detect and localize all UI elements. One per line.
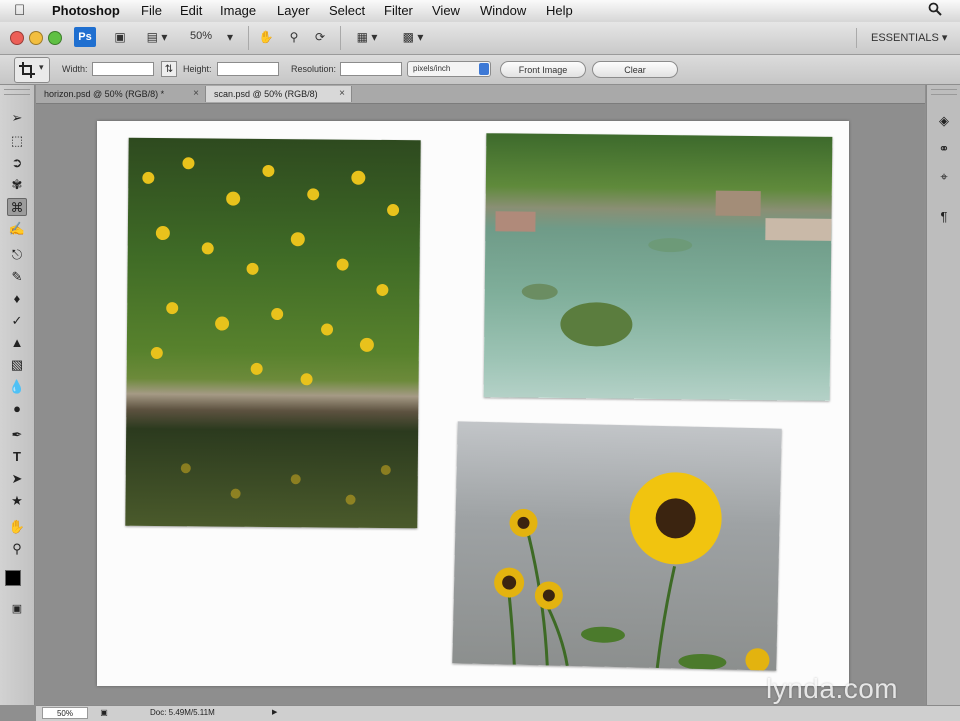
menu-layer[interactable]: Layer <box>277 3 310 18</box>
marquee-tool-icon[interactable]: ⬚ <box>7 132 27 150</box>
status-menu-arrow-icon[interactable]: ▶ <box>272 707 282 719</box>
zoom-tool-shortcut-icon[interactable]: ⚲ <box>284 28 304 46</box>
status-doc-size: Doc: 5.49M/5.11M <box>150 708 215 717</box>
hand-tool-icon[interactable]: ✋ <box>7 518 27 536</box>
menu-edit[interactable]: Edit <box>180 3 202 18</box>
lasso-tool-icon[interactable]: ➲ <box>7 154 27 172</box>
blur-tool-icon[interactable]: 💧 <box>7 378 27 396</box>
eyedropper-tool-icon[interactable]: ✍ <box>7 220 27 238</box>
workspace-label: ESSENTIALS <box>871 32 939 44</box>
menu-select[interactable]: Select <box>329 3 365 18</box>
panel-grip[interactable] <box>4 89 30 95</box>
panel-dock: ◈ ⚭ ⌖ ¶ <box>926 85 960 705</box>
character-panel-icon[interactable]: ¶ <box>934 207 954 227</box>
foreground-color-swatch[interactable] <box>5 570 21 586</box>
scanned-document-page[interactable] <box>97 121 849 686</box>
menu-filter[interactable]: Filter <box>384 3 413 18</box>
menu-image[interactable]: Image <box>220 3 256 18</box>
panel-grip[interactable] <box>931 89 957 95</box>
move-tool-icon[interactable]: ➢ <box>7 109 27 127</box>
sunflower-field-image <box>142 157 400 505</box>
sunflower-closeup-photo[interactable] <box>452 421 782 671</box>
screen-mode-icon[interactable]: ▩ ▾ <box>396 28 430 46</box>
resolution-units-select[interactable]: pixels/inch <box>407 61 491 77</box>
window-close-button[interactable] <box>10 31 24 45</box>
path-select-icon[interactable]: ➤ <box>7 470 27 488</box>
clear-pond-photo[interactable] <box>483 133 833 401</box>
tab-label: scan.psd @ 50% (RGB/8) <box>214 89 318 99</box>
menu-window[interactable]: Window <box>480 3 526 18</box>
quick-mask-icon[interactable]: ▣ <box>7 600 27 618</box>
status-bar: 50% ▣ Doc: 5.49M/5.11M ▶ <box>36 705 960 721</box>
type-tool-icon[interactable]: T <box>7 448 27 466</box>
brush-tool-icon[interactable]: ✎ <box>7 268 27 286</box>
crop-tool-icon[interactable]: ⌘ <box>7 198 27 216</box>
sunflower-pond-photo[interactable] <box>125 137 421 529</box>
menu-app-name[interactable]: Photoshop <box>52 3 120 18</box>
options-bar: ▾ Width: ⇅ Height: Resolution: pixels/in… <box>0 55 960 85</box>
view-extras-icon[interactable]: ▤ ▾ <box>142 28 172 46</box>
status-info-icon[interactable]: ▣ <box>98 707 110 719</box>
document-tabs: horizon.psd @ 50% (RGB/8) * × scan.psd @… <box>36 85 925 104</box>
paths-panel-icon[interactable]: ⌖ <box>934 167 954 187</box>
front-image-button[interactable]: Front Image <box>500 61 586 78</box>
history-brush-icon[interactable]: ✓ <box>7 312 27 330</box>
zoom-tool-icon[interactable]: ⚲ <box>7 540 27 558</box>
launch-bridge-icon[interactable]: ▣ <box>110 28 130 46</box>
chevron-down-icon: ▾ <box>39 62 44 72</box>
resolution-field[interactable] <box>340 62 402 76</box>
quick-select-tool-icon[interactable]: ✾ <box>7 176 27 194</box>
toolbar-divider <box>340 26 341 50</box>
gradient-tool-icon[interactable]: ▧ <box>7 356 27 374</box>
lynda-watermark: lynda.com <box>766 673 899 704</box>
tool-preset-picker[interactable]: ▾ <box>14 57 50 83</box>
close-icon[interactable]: × <box>339 86 345 102</box>
height-label: Height: <box>183 64 212 74</box>
tab-horizon[interactable]: horizon.psd @ 50% (RGB/8) * × <box>36 86 206 102</box>
menu-bar:  Photoshop File Edit Image Layer Select… <box>0 0 960 23</box>
crop-tool-icon <box>19 62 35 78</box>
tools-panel: ➢ ⬚ ➲ ✾ ⌘ ✍ ⎋ ✎ ♦ ✓ ▲ ▧ 💧 ● ✒ T ➤ ★ ✋ ⚲ … <box>0 85 35 705</box>
select-stepper-icon <box>479 63 489 75</box>
window-minimize-button[interactable] <box>29 31 43 45</box>
pen-tool-icon[interactable]: ✒ <box>7 426 27 444</box>
hand-tool-shortcut-icon[interactable]: ✋ <box>256 28 276 46</box>
toolbar-divider <box>248 26 249 50</box>
status-zoom-field[interactable]: 50% <box>42 707 88 719</box>
healing-brush-icon[interactable]: ⎋ <box>7 246 27 264</box>
clear-button[interactable]: Clear <box>592 61 678 78</box>
pond-water-image <box>495 190 832 347</box>
resolution-units-value: pixels/inch <box>413 64 451 73</box>
menu-view[interactable]: View <box>432 3 460 18</box>
channels-panel-icon[interactable]: ⚭ <box>934 139 954 159</box>
menu-help[interactable]: Help <box>546 3 573 18</box>
clone-stamp-icon[interactable]: ♦ <box>7 290 27 308</box>
width-field[interactable] <box>92 62 154 76</box>
dodge-tool-icon[interactable]: ● <box>7 400 27 418</box>
zoom-dropdown-chevron-icon[interactable]: ▾ <box>224 28 236 46</box>
menu-file[interactable]: File <box>141 3 162 18</box>
zoom-level-dropdown[interactable]: 50% <box>190 30 212 42</box>
layers-panel-icon[interactable]: ◈ <box>934 111 954 131</box>
tab-scan[interactable]: scan.psd @ 50% (RGB/8) × <box>206 86 352 102</box>
photoshop-logo-icon[interactable]: Ps <box>74 27 96 47</box>
application-bar: Ps ▣ ▤ ▾ 50% ▾ ✋ ⚲ ⟳ ▦ ▾ ▩ ▾ ESSENTIALS … <box>0 22 960 55</box>
width-label: Width: <box>62 64 88 74</box>
tab-label: horizon.psd @ 50% (RGB/8) * <box>44 89 165 99</box>
rotate-view-icon[interactable]: ⟳ <box>310 28 330 46</box>
resolution-label: Resolution: <box>291 64 337 74</box>
spotlight-search-icon[interactable] <box>928 2 942 16</box>
shape-tool-icon[interactable]: ★ <box>7 492 27 510</box>
eraser-icon[interactable]: ▲ <box>7 334 27 352</box>
close-icon[interactable]: × <box>193 86 199 102</box>
arrange-documents-icon[interactable]: ▦ ▾ <box>350 28 384 46</box>
window-zoom-button[interactable] <box>48 31 62 45</box>
sunflower-closeup-image <box>494 472 770 671</box>
swap-dimensions-button[interactable]: ⇅ <box>161 61 177 77</box>
apple-icon[interactable]:  <box>14 2 25 19</box>
workspace-switcher[interactable]: ESSENTIALS ▾ <box>856 28 956 48</box>
height-field[interactable] <box>217 62 279 76</box>
